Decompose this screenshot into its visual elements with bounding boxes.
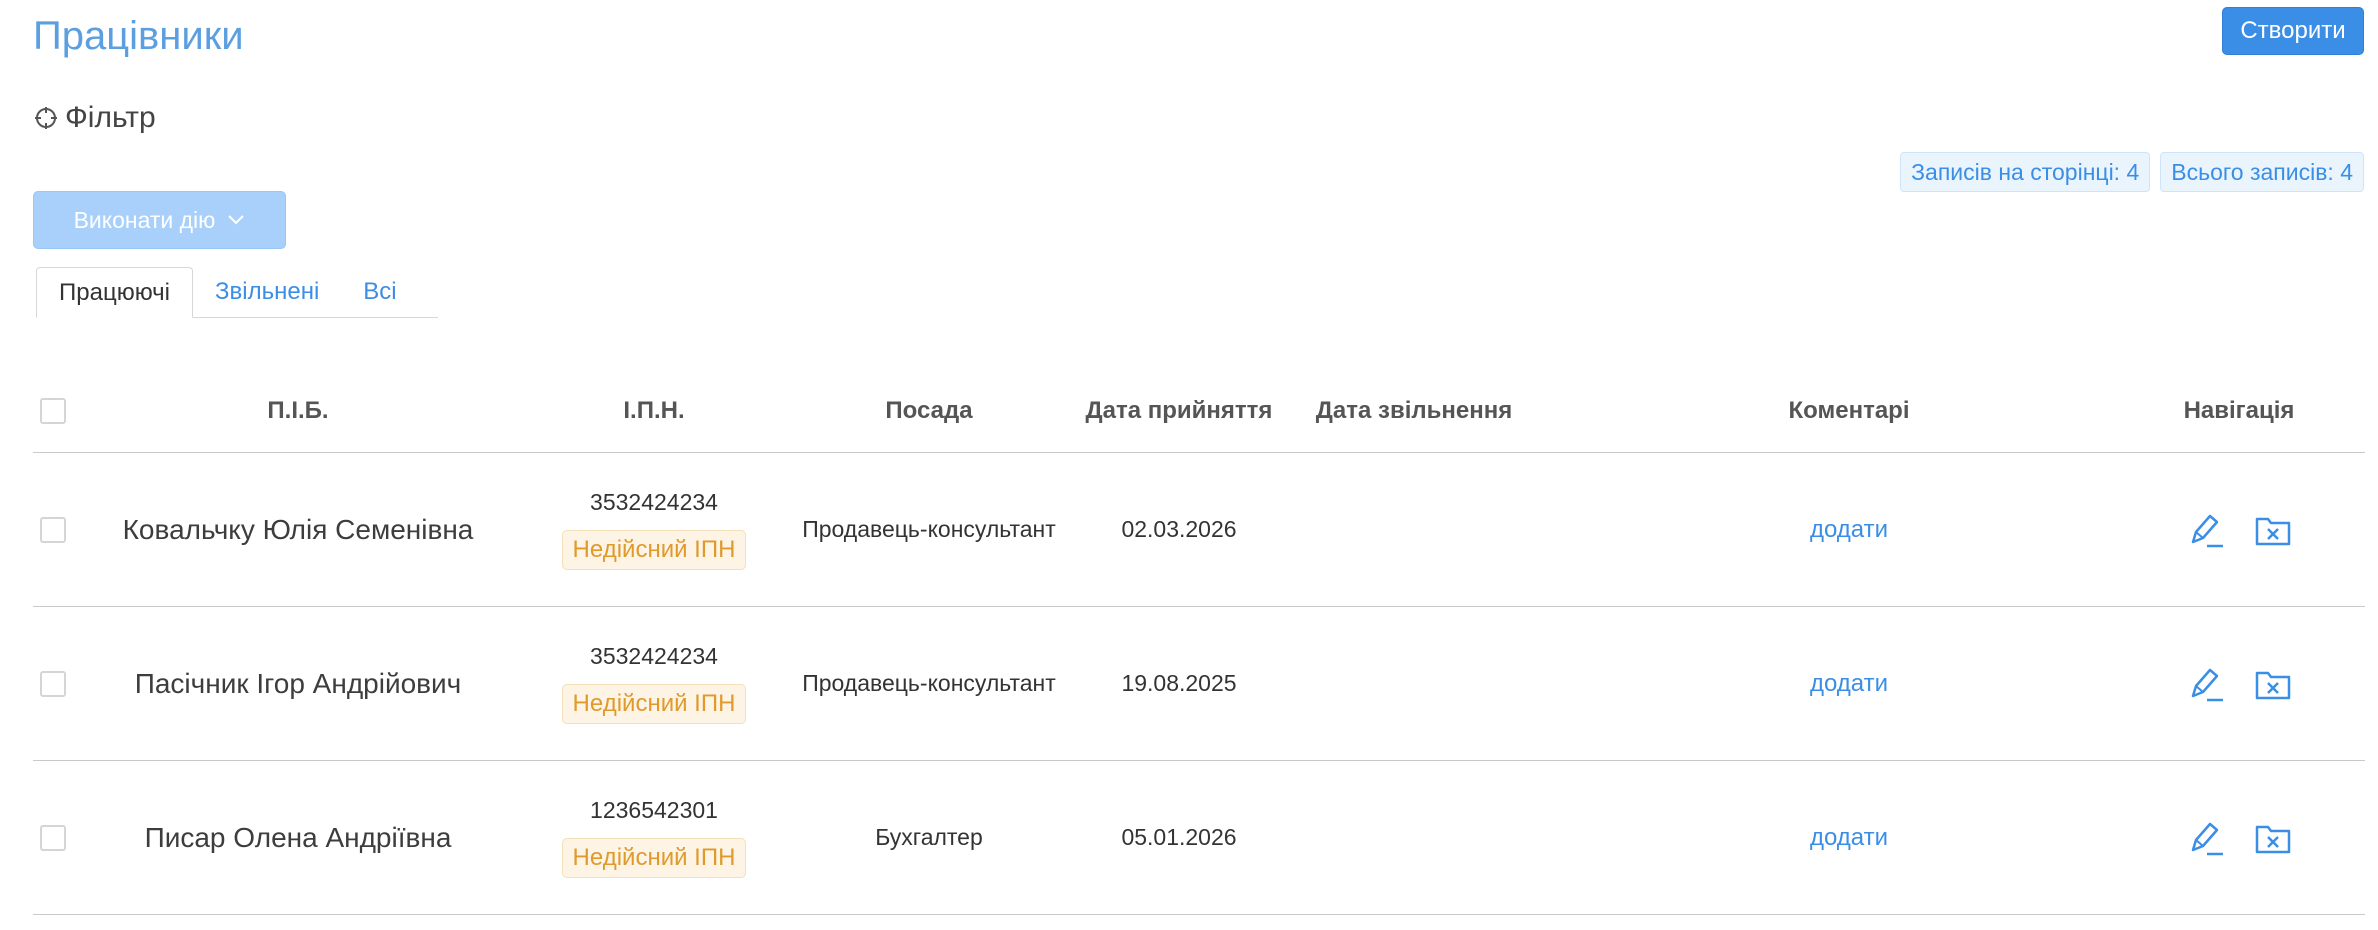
table-row: Ковальчку Юлія Семенівна 3532424234 Неді… bbox=[33, 453, 2365, 607]
employee-position: Бухгалтер bbox=[875, 824, 983, 850]
bulk-action-dropdown[interactable]: Виконати дію bbox=[33, 191, 286, 249]
tab-dismissed[interactable]: Звільнені bbox=[193, 267, 341, 316]
edit-pencil-icon[interactable] bbox=[2185, 510, 2225, 550]
status-tabs: Працюючі Звільнені Всі bbox=[36, 267, 438, 318]
table-header: П.І.Б. І.П.Н. Посада Дата прийняття Дата… bbox=[33, 370, 2365, 453]
edit-pencil-icon[interactable] bbox=[2185, 818, 2225, 858]
add-comment-link[interactable]: додати bbox=[1810, 824, 1888, 852]
table-row: Писар Олена Андріївна 1236542301 Недійсн… bbox=[33, 761, 2365, 915]
column-header-name[interactable]: П.І.Б. bbox=[103, 370, 493, 452]
employee-ipn: 3532424234 bbox=[590, 643, 718, 669]
add-comment-link[interactable]: додати bbox=[1810, 516, 1888, 544]
crosshair-icon bbox=[35, 107, 57, 129]
page-title: Працівники bbox=[33, 14, 244, 58]
total-counter: Всього записів: 4 bbox=[2160, 152, 2364, 192]
hire-date: 19.08.2025 bbox=[1121, 670, 1237, 696]
invalid-ipn-badge: Недійсний ІПН bbox=[561, 684, 747, 724]
employee-name: Пасічник Ігор Андрійович bbox=[134, 667, 462, 699]
column-header-ipn[interactable]: І.П.Н. bbox=[529, 370, 779, 452]
employee-position: Продавець-консультант bbox=[802, 516, 1056, 542]
select-all-checkbox[interactable] bbox=[40, 398, 66, 424]
employee-name: Ковальчку Юлія Семенівна bbox=[122, 513, 474, 545]
employee-ipn: 1236542301 bbox=[590, 797, 718, 823]
employee-ipn: 3532424234 bbox=[590, 489, 718, 515]
create-button[interactable]: Створити bbox=[2222, 7, 2364, 55]
row-checkbox[interactable] bbox=[40, 824, 66, 851]
filter-toggle[interactable]: Фільтр bbox=[33, 98, 156, 138]
tab-all[interactable]: Всі bbox=[341, 267, 418, 316]
dismiss-folder-icon[interactable] bbox=[2253, 510, 2293, 550]
invalid-ipn-badge: Недійсний ІПН bbox=[561, 530, 747, 570]
table-row: Пасічник Ігор Андрійович 3532424234 Неді… bbox=[33, 607, 2365, 761]
employee-name: Писар Олена Андріївна bbox=[144, 821, 452, 853]
add-comment-link[interactable]: додати bbox=[1810, 670, 1888, 698]
column-header-hire-date[interactable]: Дата прийняття bbox=[1079, 370, 1279, 452]
row-checkbox[interactable] bbox=[40, 516, 66, 543]
filter-label: Фільтр bbox=[65, 101, 156, 134]
employees-table: П.І.Б. І.П.Н. Посада Дата прийняття Дата… bbox=[33, 370, 2365, 915]
column-header-comments: Коментарі bbox=[1788, 397, 1910, 424]
row-checkbox[interactable] bbox=[40, 670, 66, 697]
dismiss-folder-icon[interactable] bbox=[2253, 818, 2293, 858]
column-header-navigation: Навігація bbox=[2183, 397, 2295, 424]
chevron-down-icon bbox=[228, 215, 245, 225]
employee-position: Продавець-консультант bbox=[802, 670, 1056, 696]
hire-date: 02.03.2026 bbox=[1121, 516, 1237, 542]
tab-working[interactable]: Працюючі bbox=[36, 267, 193, 318]
record-counters: Записів на сторінці: 4 Всього записів: 4 bbox=[1900, 152, 2364, 192]
bulk-action-label: Виконати дію bbox=[73, 206, 216, 233]
edit-pencil-icon[interactable] bbox=[2185, 664, 2225, 704]
column-header-fire-date[interactable]: Дата звільнення bbox=[1299, 370, 1529, 452]
hire-date: 05.01.2026 bbox=[1121, 824, 1237, 850]
dismiss-folder-icon[interactable] bbox=[2253, 664, 2293, 704]
column-header-position[interactable]: Посада bbox=[779, 370, 1079, 452]
invalid-ipn-badge: Недійсний ІПН bbox=[561, 838, 747, 878]
per-page-counter: Записів на сторінці: 4 bbox=[1900, 152, 2151, 192]
